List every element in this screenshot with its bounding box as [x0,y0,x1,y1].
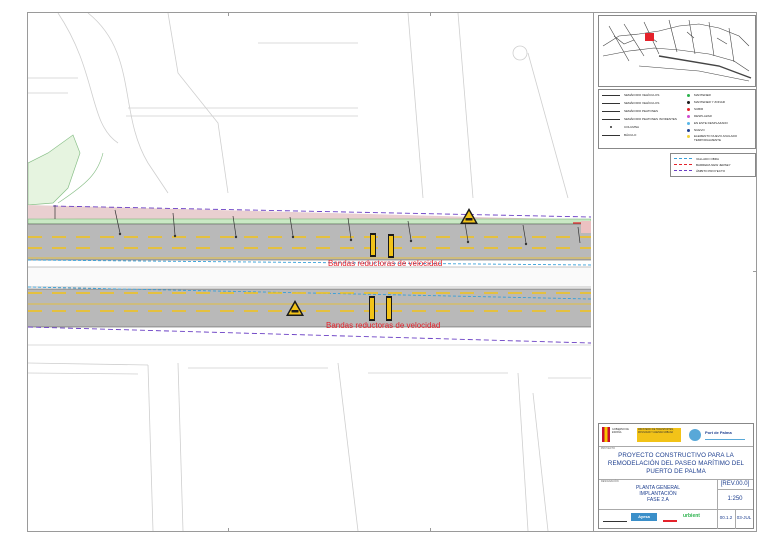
location-keymap[interactable] [598,15,756,87]
project-title: PROYECTO CONSTRUCTIVO PARA LA REMODELACI… [607,452,745,475]
project-box: PROYECTO PROYECTO CONSTRUCTIVO PARA LA R… [599,446,753,480]
side-panel: SEMÁFORO VEHÍCULOS SEMÁFORO VEHÍCULOS SE… [593,13,757,531]
speed-bump-label-lower: Bandas reductoras de velocidad [326,321,441,330]
urbient-logo: urbient [683,513,700,519]
legend-status: MANTENER Y ZONAR [687,99,725,105]
speed-bump-label-upper: Bandas reductoras de velocidad [328,259,443,268]
legend-item: BÁCULO [602,132,636,138]
port-logo-wave-icon [705,436,745,440]
sheet-cell: 00.1.2 [717,509,736,529]
legend-item: SEMÁFORO VEHÍCULOS [602,92,659,98]
ministry-logo: MINISTERIO DE TRANSPORTES, MOVILIDAD Y A… [637,428,681,442]
legend-item: SEMÁFORO VEHÍCULOS [602,100,659,106]
companies-box: Ayesa urbient [599,509,718,529]
title-block-logos: GOBIERNO DE ESPAÑA MINISTERIO DE TRANSPO… [599,424,753,447]
plan-box: DESIGNACIÓN PLANTA GENERAL IMPLANTACIÓN … [599,479,718,510]
legend-status: MANTENER [687,92,711,98]
company-logo-3-icon [663,514,677,522]
project-label: PROYECTO [601,447,615,450]
legend-status: EN ESTE DESPLAZADO [687,120,728,126]
title-block: GOBIERNO DE ESPAÑA MINISTERIO DE TRANSPO… [598,423,754,529]
government-logo: GOBIERNO DE ESPAÑA [612,428,629,434]
legend-status: ELEMENTO NUEVO ANULADO TEMPORALMENTE [687,134,753,144]
legend-item: COLUMNA [602,124,639,130]
legend-status: SUBIR [687,106,703,112]
plan-title-3: FASE 2.A [647,497,669,503]
scale-cell: 1:250 [717,489,753,510]
drawing-sheet: Bandas reductoras de velocidad Bandas re… [0,0,768,542]
ayesa-logo: Ayesa [631,513,657,521]
port-logo: Port de Palma [705,430,732,435]
date-cell: 03-JUL [735,509,753,529]
plan-svg [28,13,591,531]
line-legend: VALLADO OBRA BARRERA NEW JERSEY ÁMBITO P… [670,153,756,177]
port-logo-icon [689,429,701,441]
scale-value: 1:250 [727,496,743,502]
spain-flag-icon [602,427,610,442]
keymap-svg [602,19,752,82]
line-legend-item: ÁMBITO PROYECTO [674,168,725,174]
legend-item: SEMÁFORO PEATONES INVIDENTES [602,116,677,122]
legend-status: NUEVO [687,127,705,133]
legend-item: SEMÁFORO PEATONES [602,108,658,114]
date-value: 03-JUL [736,515,752,520]
symbol-legend: SEMÁFORO VEHÍCULOS SEMÁFORO VEHÍCULOS SE… [598,89,756,149]
legend-status: DESPLAZAR [687,113,712,119]
warning-sign-upper-icon [460,208,478,224]
plan-drawing[interactable]: Bandas reductoras de velocidad Bandas re… [28,13,591,531]
company-logo-1-icon [603,515,627,522]
revision-value: [REV.00.0] [720,481,750,487]
plan-label: DESIGNACIÓN [601,480,619,483]
sheet-number: 00.1.2 [719,515,733,520]
